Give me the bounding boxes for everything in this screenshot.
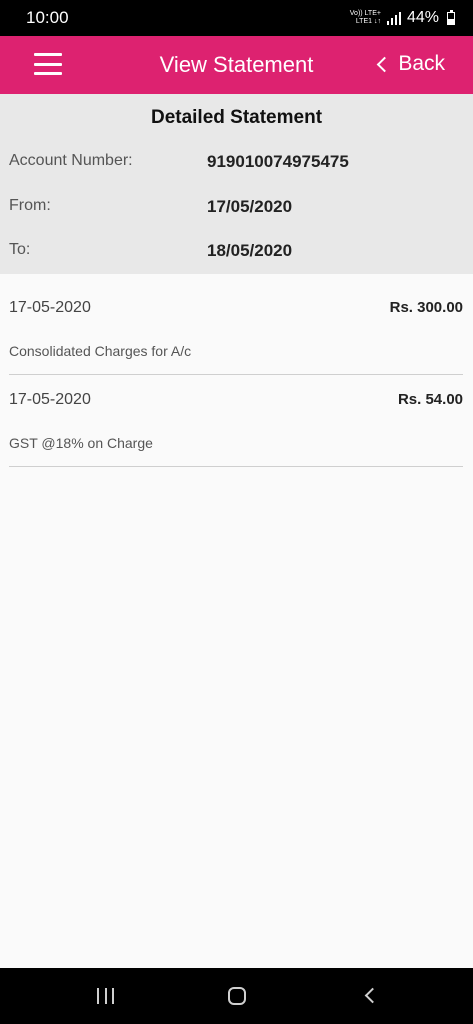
status-icons: Vo)) LTE+ LTE1 ↓↑ 44%: [350, 9, 455, 27]
network-label-top: Vo)) LTE+: [349, 10, 381, 17]
statement-summary: Detailed Statement Account Number: 91901…: [0, 94, 473, 274]
signal-icon: [386, 11, 401, 25]
transaction-date: 17-05-2020: [9, 299, 91, 316]
home-icon[interactable]: [228, 987, 246, 1005]
transaction-item: 17-05-2020 Rs. 300.00 Consolidated Charg…: [9, 283, 463, 375]
status-time: 10:00: [26, 8, 69, 27]
transaction-date: 17-05-2020: [9, 391, 91, 408]
account-number-label: Account Number:: [9, 152, 133, 169]
account-number-value: 919010074975475: [207, 152, 349, 171]
transaction-amount: Rs. 300.00: [389, 299, 463, 316]
to-date-value: 18/05/2020: [207, 241, 293, 260]
app-bar: View Statement Back: [0, 36, 473, 94]
from-date-row: From: 17/05/2020: [0, 197, 473, 221]
from-label: From:: [9, 197, 51, 214]
recents-icon[interactable]: [97, 988, 114, 1004]
transaction-amount: Rs. 54.00: [397, 391, 463, 408]
battery-percent: 44%: [406, 9, 439, 26]
chevron-left-icon: [377, 56, 393, 73]
battery-icon: [447, 9, 455, 25]
to-date-row: To: 18/05/2020: [0, 241, 473, 265]
from-date-value: 17/05/2020: [207, 197, 293, 216]
to-label: To:: [9, 241, 31, 258]
back-icon[interactable]: [364, 987, 381, 1004]
back-button-label: Back: [398, 52, 445, 75]
back-button[interactable]: Back: [377, 52, 445, 76]
account-number-row: Account Number: 919010074975475: [0, 152, 473, 176]
transaction-item: 17-05-2020 Rs. 54.00 GST @18% on Charge: [9, 375, 463, 467]
system-nav-bar: [0, 968, 473, 1024]
status-bar: 10:00 Vo)) LTE+ LTE1 ↓↑ 44%: [0, 0, 473, 36]
transaction-description: Consolidated Charges for A/c: [9, 343, 192, 359]
transaction-description: GST @18% on Charge: [9, 435, 153, 451]
network-indicator: Vo)) LTE+ LTE1 ↓↑: [350, 10, 381, 26]
statement-title: Detailed Statement: [150, 107, 323, 128]
network-label-bottom: LTE1 ↓↑: [355, 18, 381, 25]
